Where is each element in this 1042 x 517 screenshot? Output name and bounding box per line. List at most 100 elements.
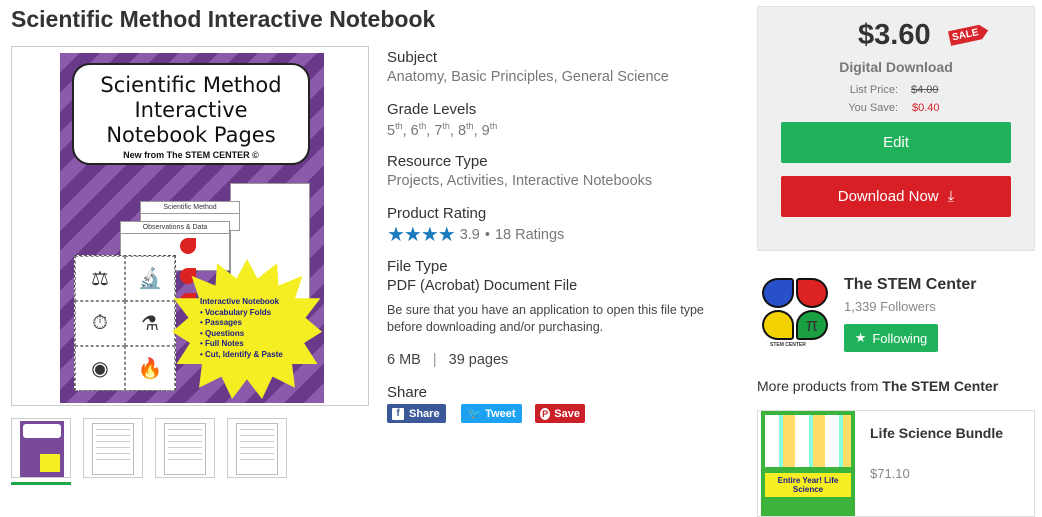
thumbnail-banner: Entire Year! Life Science bbox=[765, 473, 851, 497]
pi-icon: π bbox=[796, 310, 828, 340]
cover-subtitle: New from The STEM CENTER © bbox=[123, 150, 259, 160]
thumbnail-collage bbox=[765, 415, 851, 467]
grade-label: Grade Levels bbox=[387, 101, 477, 118]
cover-title-line: Notebook Pages bbox=[106, 123, 276, 147]
more-products-heading: More products from The STEM Center bbox=[757, 378, 998, 394]
grade-link[interactable]: 7th bbox=[434, 121, 450, 139]
grade-section: Grade Levels 5th, 6th, 7th, 8th, 9th bbox=[387, 101, 497, 139]
product-main-image[interactable]: Scientific Method Interactive Notebook P… bbox=[11, 46, 369, 406]
subject-link[interactable]: Basic Principles bbox=[451, 69, 553, 85]
filetype-value: PDF (Acrobat) Document File bbox=[387, 278, 578, 294]
subject-values: Anatomy, Basic Principles, General Scien… bbox=[387, 69, 669, 85]
logo-caption: STEM CENTER bbox=[770, 342, 806, 348]
subject-link[interactable]: General Science bbox=[562, 69, 669, 85]
share-label: Share bbox=[387, 384, 428, 401]
seller-name[interactable]: The STEM Center bbox=[844, 276, 976, 294]
thumbnail-2[interactable] bbox=[83, 418, 143, 478]
product-card-price: $71.10 bbox=[870, 466, 910, 481]
subject-section: Subject Anatomy, Basic Principles, Gener… bbox=[387, 49, 669, 85]
more-prefix: More products from bbox=[757, 378, 879, 394]
subject-link[interactable]: Anatomy bbox=[387, 69, 443, 85]
cover-title-box: Scientific Method Interactive Notebook P… bbox=[72, 63, 310, 165]
file-size: 6 MB bbox=[387, 352, 421, 368]
thumbnail-cover bbox=[20, 421, 64, 477]
star-icon: ★ bbox=[854, 330, 867, 345]
you-save-label: You Save: bbox=[848, 102, 898, 114]
download-icon: ⤓ bbox=[947, 188, 955, 205]
thumbnail-page bbox=[92, 423, 134, 475]
product-card-thumbnail: Entire Year! Life Science bbox=[761, 411, 855, 516]
twitter-tweet-button[interactable]: 🐦 Tweet bbox=[461, 404, 522, 423]
thumbnail-3[interactable] bbox=[155, 418, 215, 478]
thumbnail-page bbox=[236, 423, 278, 475]
pinterest-icon: P bbox=[540, 407, 551, 420]
download-now-button[interactable]: Download Now ⤓ bbox=[781, 176, 1011, 217]
scale-icon: ⚖ bbox=[75, 256, 125, 301]
stopwatch-icon: ⏱ bbox=[75, 301, 125, 346]
file-meta: 6 MB | 39 pages bbox=[387, 352, 508, 368]
file-note: Be sure that you have an application to … bbox=[387, 303, 704, 334]
cut-paste-grid: ⚖ 🔬 ⏱ ⚗ ◉ 🔥 bbox=[74, 255, 176, 391]
facebook-share-button[interactable]: f Share bbox=[387, 404, 446, 423]
product-cover: Scientific Method Interactive Notebook P… bbox=[60, 53, 324, 403]
tools-icon bbox=[762, 310, 794, 340]
pinterest-save-button[interactable]: P Save bbox=[535, 404, 585, 423]
atom-icon bbox=[762, 278, 794, 308]
grade-link[interactable]: 6th bbox=[411, 121, 427, 139]
grade-link[interactable]: 8th bbox=[458, 121, 474, 139]
grade-link[interactable]: 5th bbox=[387, 121, 403, 139]
resource-link[interactable]: Interactive Notebooks bbox=[512, 173, 652, 189]
thumbnail-cover-title bbox=[23, 424, 61, 438]
filetype-section: File Type PDF (Acrobat) Document File Be… bbox=[387, 258, 742, 336]
burst-item: Full Notes bbox=[200, 339, 283, 350]
list-price-label: List Price: bbox=[849, 84, 898, 96]
rating-value: 3.9 bbox=[459, 226, 480, 243]
burst-text: Interactive Notebook Vocabulary Folds Pa… bbox=[200, 297, 283, 360]
twitter-tweet-label: Tweet bbox=[485, 407, 516, 420]
product-card[interactable]: Entire Year! Life Science Life Science B… bbox=[757, 410, 1035, 517]
more-seller-link[interactable]: The STEM Center bbox=[882, 378, 998, 394]
product-card-title[interactable]: Life Science Bundle bbox=[870, 425, 1003, 441]
tape-measure-icon: ◉ bbox=[75, 346, 125, 391]
product-title: Scientific Method Interactive Notebook bbox=[11, 6, 436, 32]
sale-badge: SALE bbox=[948, 23, 990, 46]
meta-divider: | bbox=[432, 352, 437, 368]
burst-title: Interactive Notebook bbox=[200, 297, 280, 306]
resource-values: Projects, Activities, Interactive Notebo… bbox=[387, 173, 653, 189]
burst-item: Vocabulary Folds bbox=[200, 308, 283, 319]
seller-logo[interactable]: π STEM CENTER bbox=[760, 276, 832, 348]
pinterest-save-label: Save bbox=[554, 407, 580, 420]
ratings-count: 18 Ratings bbox=[494, 226, 565, 243]
beaker-icon: ⚗ bbox=[125, 301, 175, 346]
gears-icon bbox=[796, 278, 828, 308]
leaf-icon bbox=[180, 238, 196, 254]
resource-link[interactable]: Activities bbox=[447, 173, 504, 189]
grade-link[interactable]: 9th bbox=[482, 121, 498, 139]
product-type: Digital Download bbox=[839, 59, 953, 75]
burst-item: Passages bbox=[200, 318, 283, 329]
rating-separator: • bbox=[484, 226, 490, 243]
facebook-icon: f bbox=[392, 407, 404, 420]
resource-link[interactable]: Projects bbox=[387, 173, 439, 189]
rating-label: Product Rating bbox=[387, 205, 487, 222]
resource-label: Resource Type bbox=[387, 153, 488, 170]
edit-button[interactable]: Edit bbox=[781, 122, 1011, 163]
rating-row[interactable]: ★★★★ 3.9 • 18 Ratings bbox=[387, 222, 564, 247]
list-price: $4.00 bbox=[911, 84, 939, 96]
thumbnail-4[interactable] bbox=[227, 418, 287, 478]
resource-section: Resource Type Projects, Activities, Inte… bbox=[387, 153, 652, 189]
facebook-share-label: Share bbox=[409, 407, 440, 420]
grade-values: 5th, 6th, 7th, 8th, 9th bbox=[387, 121, 498, 139]
page-count: 39 pages bbox=[448, 352, 509, 368]
rating-section: Product Rating ★★★★ 3.9 • 18 Ratings bbox=[387, 205, 564, 247]
filetype-label: File Type bbox=[387, 258, 448, 275]
thumbnail-1[interactable] bbox=[11, 418, 71, 478]
cover-title-line: Scientific Method bbox=[100, 73, 282, 97]
cover-title-line: Interactive bbox=[134, 98, 248, 122]
thumbnail-selected-indicator bbox=[11, 482, 71, 485]
purchase-box: $3.60 SALE Digital Download List Price: … bbox=[757, 6, 1035, 251]
following-button[interactable]: ★ Following bbox=[844, 324, 938, 352]
cover-sheet-header: Scientific Method bbox=[141, 202, 239, 214]
thumbnail-cover-burst bbox=[40, 454, 60, 472]
microscope-icon: 🔬 bbox=[125, 256, 175, 301]
